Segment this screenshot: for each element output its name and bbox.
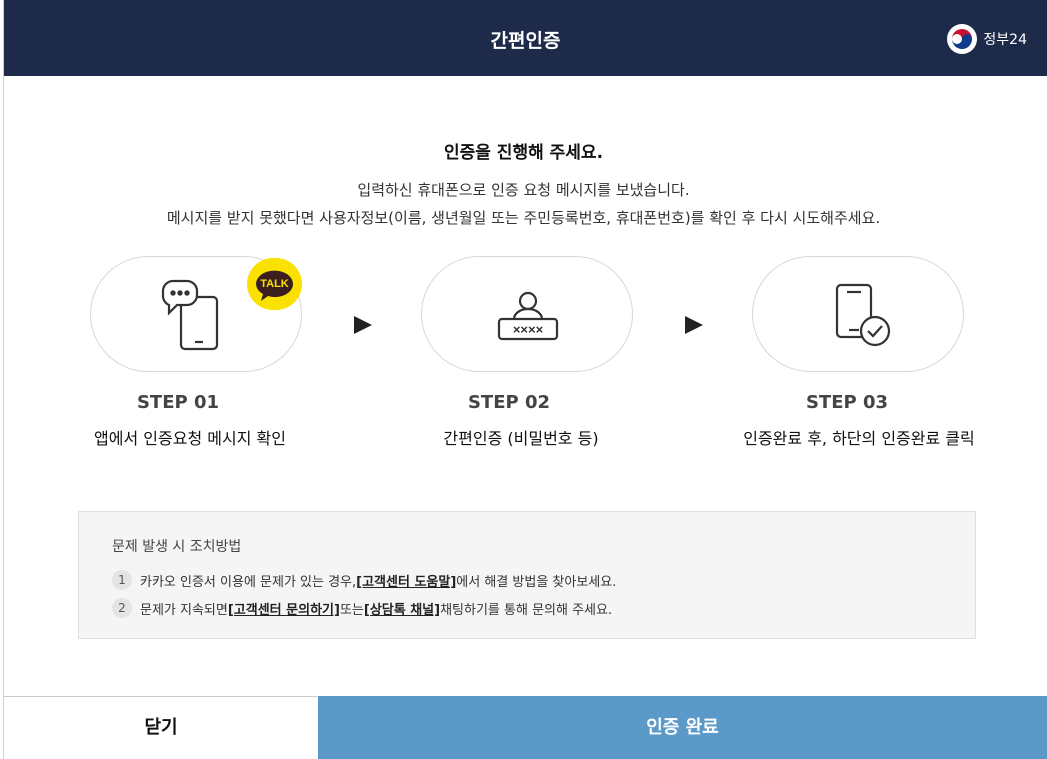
kakaotalk-badge: TALK bbox=[247, 258, 302, 310]
help-number-2: 2 bbox=[112, 598, 132, 618]
help-center-link[interactable]: [고객센터 도움말] bbox=[356, 571, 456, 590]
window-edge bbox=[0, 0, 4, 759]
contact-center-link[interactable]: [고객센터 문의하기] bbox=[228, 599, 340, 618]
help-text: 카카오 인증서 이용에 문제가 있는 경우, bbox=[140, 574, 357, 590]
talk-text: TALK bbox=[260, 278, 289, 290]
step-1-description: 앱에서 인증요청 메시지 확인 bbox=[94, 429, 286, 448]
help-item-1: 1 카카오 인증서 이용에 문제가 있는 경우, [고객센터 도움말] 에서 해… bbox=[112, 570, 616, 590]
step-3-description: 인증완료 후, 하단의 인증완료 클릭 bbox=[743, 429, 975, 448]
phone-chat-icon bbox=[161, 279, 219, 351]
troubleshooting-title: 문제 발생 시 조치방법 bbox=[112, 539, 242, 555]
help-text: 문제가 지속되면 bbox=[140, 602, 228, 618]
gov24-label: 정부24 bbox=[983, 32, 1027, 48]
help-text: 또는 bbox=[339, 602, 364, 618]
help-number-1: 1 bbox=[112, 570, 132, 590]
user-password-icon: ×××× bbox=[497, 291, 559, 341]
arrow-right-icon bbox=[685, 316, 703, 334]
main-heading: 인증을 진행해 주세요. bbox=[443, 143, 604, 163]
gov24-logo: 정부24 bbox=[946, 23, 1027, 55]
step-1-number: STEP 01 bbox=[136, 392, 220, 413]
header-bar: 간편인증 정부24 bbox=[4, 0, 1047, 76]
help-text: 채팅하기를 통해 문의해 주세요. bbox=[440, 602, 613, 618]
phone-check-icon bbox=[835, 283, 891, 347]
troubleshooting-box: 문제 발생 시 조치방법 1 카카오 인증서 이용에 문제가 있는 경우, [고… bbox=[78, 511, 976, 639]
step-2-card: ×××× bbox=[421, 256, 633, 372]
step-2-description: 간편인증 (비밀번호 등) bbox=[443, 429, 599, 448]
page-title: 간편인증 bbox=[490, 30, 561, 52]
close-button[interactable]: 닫기 bbox=[4, 696, 318, 759]
step-3-number: STEP 03 bbox=[805, 392, 889, 413]
chat-channel-link[interactable]: [상담톡 채널] bbox=[364, 599, 440, 618]
step-3-card bbox=[752, 256, 964, 372]
description-line-2: 메시지를 받지 못했다면 사용자정보(이름, 생년월일 또는 주민등록번호, 휴… bbox=[166, 209, 881, 227]
auth-complete-button[interactable]: 인증 완료 bbox=[318, 696, 1047, 759]
arrow-right-icon bbox=[354, 316, 372, 334]
description-line-1: 입력하신 휴대폰으로 인증 요청 메시지를 보냈습니다. bbox=[357, 181, 690, 199]
svg-text:××××: ×××× bbox=[513, 322, 544, 337]
talk-bubble-icon: TALK bbox=[256, 270, 294, 301]
taegeuk-icon bbox=[947, 24, 978, 54]
step-2-number: STEP 02 bbox=[467, 392, 551, 413]
help-text: 에서 해결 방법을 찾아보세요. bbox=[456, 574, 617, 590]
help-item-2: 2 문제가 지속되면 [고객센터 문의하기] 또는 [상담톡 채널] 채팅하기를… bbox=[112, 598, 612, 618]
